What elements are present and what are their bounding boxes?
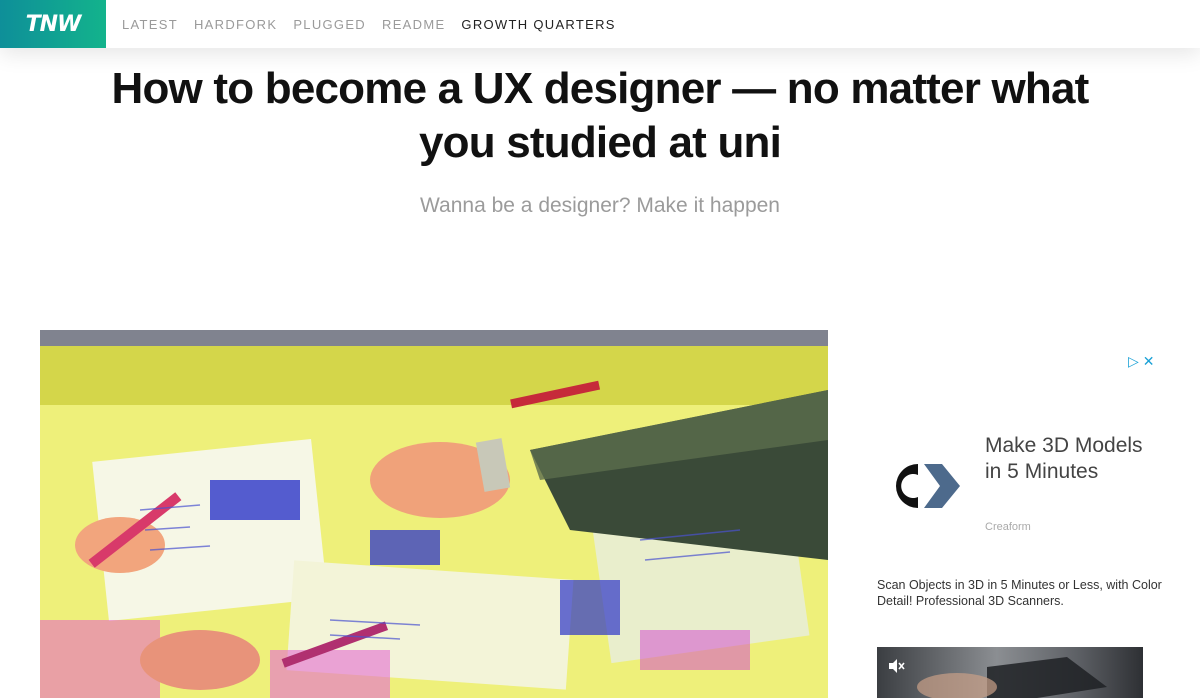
site-logo[interactable]: TNW: [0, 0, 106, 48]
article-title: How to become a UX designer — no matter …: [111, 64, 1090, 167]
adchoices-icon[interactable]: ▷: [1128, 354, 1139, 370]
top-navigation: TNW LATEST HARDFORK PLUGGED README GROWT…: [0, 0, 1200, 48]
ad-brand-name: Creaform: [985, 521, 1031, 533]
main-nav: LATEST HARDFORK PLUGGED README GROWTH QU…: [122, 0, 616, 48]
ad-video-frame: [917, 657, 1107, 698]
nav-item-latest[interactable]: LATEST: [122, 17, 178, 32]
ad-video[interactable]: [877, 647, 1143, 698]
nav-item-growth-quarters[interactable]: GROWTH QUARTERS: [461, 17, 615, 32]
hero-image: [40, 330, 828, 698]
article-subtitle: Wanna be a designer? Make it happen: [420, 194, 780, 217]
ad-description: Scan Objects in 3D in 5 Minutes or Less,…: [877, 578, 1162, 608]
nav-item-hardfork[interactable]: HARDFORK: [194, 17, 277, 32]
nav-item-plugged[interactable]: PLUGGED: [293, 17, 366, 32]
ad-headline[interactable]: Make 3D Models in 5 Minutes: [985, 433, 1155, 485]
close-icon[interactable]: ✕: [1143, 354, 1155, 370]
hero-illustration: [40, 330, 828, 698]
ad-brand-logo[interactable]: [880, 456, 964, 516]
nav-item-readme[interactable]: README: [382, 17, 445, 32]
ad-controls: ▷ ✕: [1128, 354, 1155, 370]
logo-text: TNW: [25, 11, 82, 37]
